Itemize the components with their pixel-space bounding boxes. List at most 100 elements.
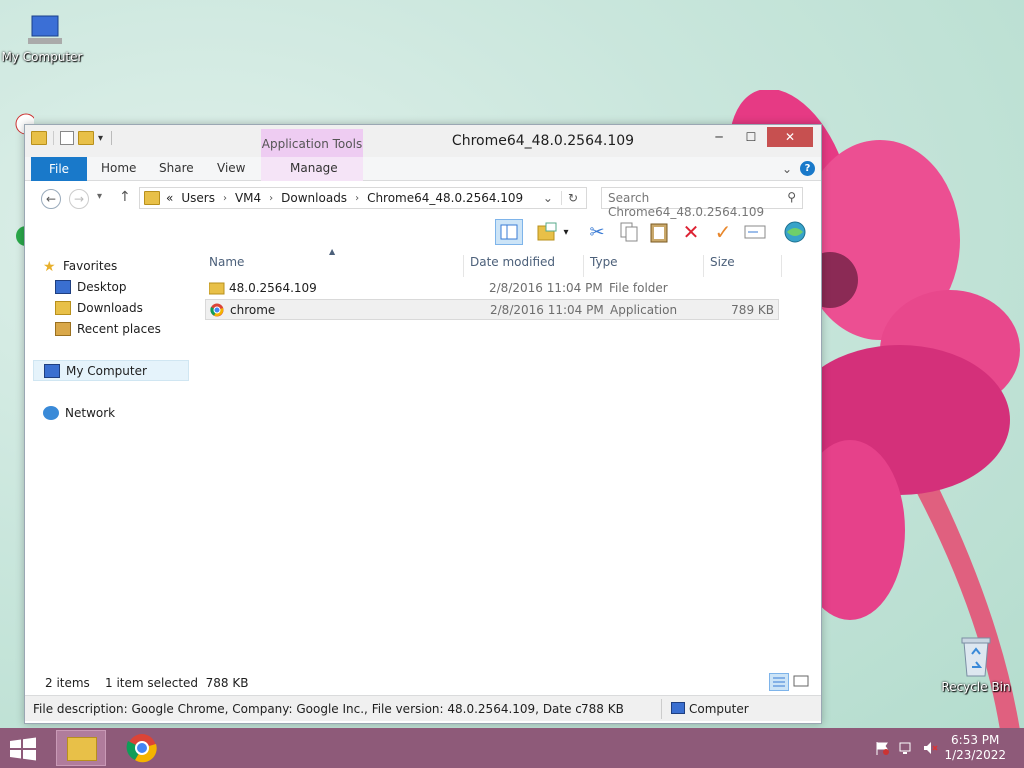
nav-favorites[interactable]: ★ Favorites	[43, 255, 199, 276]
minimize-button[interactable]: ─	[703, 127, 735, 147]
folder-icon	[144, 191, 160, 205]
star-icon: ★	[43, 258, 56, 275]
tab-manage[interactable]: Manage	[290, 161, 338, 175]
navigation-pane: ★ Favorites Desktop Downloads Recent pla…	[33, 255, 189, 675]
file-description: File description: Google Chrome, Company…	[33, 702, 581, 716]
move-to-icon[interactable]	[533, 219, 561, 245]
column-header-size[interactable]: Size	[710, 255, 735, 269]
file-type: File folder	[609, 281, 668, 295]
breadcrumb-current[interactable]: Chrome64_48.0.2564.109	[367, 191, 523, 205]
up-button[interactable]: ↑	[119, 189, 131, 205]
clock[interactable]: 6:53 PM 1/23/2022	[944, 733, 1006, 763]
file-date: 2/8/2016 11:04 PM	[490, 303, 604, 317]
chrome-icon	[210, 303, 224, 320]
desktop-icon-label: Recycle Bin	[941, 680, 1011, 694]
nav-desktop[interactable]: Desktop	[55, 276, 211, 297]
column-header-date[interactable]: Date modified	[470, 255, 555, 269]
desktop-icon-recycle-bin[interactable]: Recycle Bin	[934, 632, 1018, 694]
tab-view[interactable]: View	[217, 161, 245, 175]
volume-muted-icon[interactable]	[922, 740, 938, 756]
breadcrumb-downloads[interactable]: Downloads	[281, 191, 347, 205]
nav-my-computer[interactable]: My Computer	[33, 360, 189, 381]
details-view-icon[interactable]	[769, 673, 789, 691]
back-button[interactable]: ←	[41, 189, 61, 209]
clock-date: 1/23/2022	[944, 748, 1006, 762]
chrome-icon	[126, 734, 157, 763]
copy-icon[interactable]	[615, 219, 643, 245]
close-button[interactable]: ✕	[767, 127, 813, 147]
expand-ribbon-icon[interactable]: ⌄	[782, 162, 792, 176]
file-type: Application	[610, 303, 678, 317]
globe-icon[interactable]	[781, 219, 809, 245]
help-icon[interactable]: ?	[800, 161, 815, 176]
delete-icon[interactable]: ✕	[677, 219, 705, 245]
folder-icon	[208, 281, 225, 298]
breadcrumb-users[interactable]: Users	[181, 191, 215, 205]
taskbar-file-explorer[interactable]	[56, 730, 106, 766]
table-row[interactable]: 48.0.2564.109 2/8/2016 11:04 PM File fol…	[205, 278, 779, 299]
network-tray-icon[interactable]	[898, 740, 914, 756]
address-dropdown-icon[interactable]: ⌄	[543, 191, 553, 205]
taskbar-chrome[interactable]	[126, 732, 158, 764]
address-bar[interactable]: « Users › VM4 › Downloads › Chrome64_48.…	[139, 187, 587, 209]
computer-icon	[671, 702, 685, 714]
file-list-header: Name ▲ Date modified Type Size	[201, 247, 785, 277]
nav-network[interactable]: Network	[43, 402, 199, 423]
downloads-folder-icon	[55, 300, 71, 315]
file-date: 2/8/2016 11:04 PM	[489, 281, 603, 295]
command-toolbar: ▾ ✂ ✕ ✓	[25, 215, 821, 249]
file-name: chrome	[230, 303, 276, 317]
column-header-type[interactable]: Type	[590, 255, 618, 269]
title-bar[interactable]: ▾ Chrome64_48.0.2564.109 ─ ☐ ✕	[25, 125, 821, 157]
preview-pane-icon[interactable]	[495, 219, 523, 245]
start-button[interactable]	[8, 736, 38, 762]
file-explorer-icon	[67, 737, 97, 761]
item-count: 2 items	[45, 676, 90, 690]
action-center-icon[interactable]	[874, 740, 890, 756]
computer-icon	[44, 363, 60, 378]
recent-places-icon	[55, 321, 71, 336]
recent-locations-icon[interactable]: ▾	[97, 191, 102, 202]
desktop-icon-my-computer[interactable]: My Computer	[0, 12, 84, 64]
rename-icon[interactable]	[741, 219, 769, 245]
details-bar: File description: Google Chrome, Company…	[25, 695, 821, 721]
tab-home[interactable]: Home	[101, 161, 136, 175]
address-row: ← → ▾ ↑ « Users › VM4 › Downloads › Chro…	[25, 181, 821, 219]
breadcrumb-overflow[interactable]: «	[166, 191, 173, 205]
taskbar: 6:53 PM 1/23/2022	[0, 728, 1024, 768]
maximize-button[interactable]: ☐	[735, 127, 767, 147]
details-size: 788 KB	[581, 702, 624, 716]
search-input[interactable]: Search Chrome64_48.0.2564.109 ⚲	[601, 187, 803, 219]
ribbon-tabs: File Home Share View Manage ⌄ ?	[25, 157, 821, 181]
window-title: Chrome64_48.0.2564.109	[451, 133, 635, 149]
desktop-icon-label: My Computer	[1, 50, 83, 64]
refresh-icon[interactable]: ↻	[560, 191, 578, 205]
status-bar: 2 items 1 item selected 788 KB	[25, 671, 821, 693]
network-icon	[43, 405, 59, 420]
forward-button[interactable]: →	[69, 189, 89, 209]
nav-downloads[interactable]: Downloads	[55, 297, 211, 318]
move-to-dropdown-icon[interactable]: ▾	[559, 219, 573, 245]
clock-time: 6:53 PM	[951, 733, 1000, 747]
explorer-window: ▾ Chrome64_48.0.2564.109 ─ ☐ ✕ Applicati…	[24, 124, 822, 724]
column-header-name[interactable]: Name	[209, 255, 244, 269]
sort-indicator-icon: ▲	[329, 247, 336, 256]
nav-recent-places[interactable]: Recent places	[55, 318, 211, 339]
file-size: 789 KB	[731, 303, 774, 317]
properties-check-icon[interactable]: ✓	[709, 219, 737, 245]
file-name: 48.0.2564.109	[229, 281, 317, 295]
large-icons-view-icon[interactable]	[793, 674, 811, 690]
paste-icon[interactable]	[645, 219, 673, 245]
tab-share[interactable]: Share	[159, 161, 194, 175]
selection-info: 1 item selected 788 KB	[105, 676, 249, 690]
tab-application-tools: Application Tools	[261, 129, 363, 157]
computer-icon	[22, 12, 62, 48]
desktop-icon	[55, 279, 71, 294]
recycle-bin-icon	[958, 632, 994, 678]
cut-icon[interactable]: ✂	[583, 219, 611, 245]
search-icon: ⚲	[787, 190, 796, 204]
table-row[interactable]: chrome 2/8/2016 11:04 PM Application 789…	[205, 299, 779, 320]
details-location: Computer	[689, 702, 749, 716]
breadcrumb-vm4[interactable]: VM4	[235, 191, 261, 205]
tab-file[interactable]: File	[31, 157, 87, 181]
